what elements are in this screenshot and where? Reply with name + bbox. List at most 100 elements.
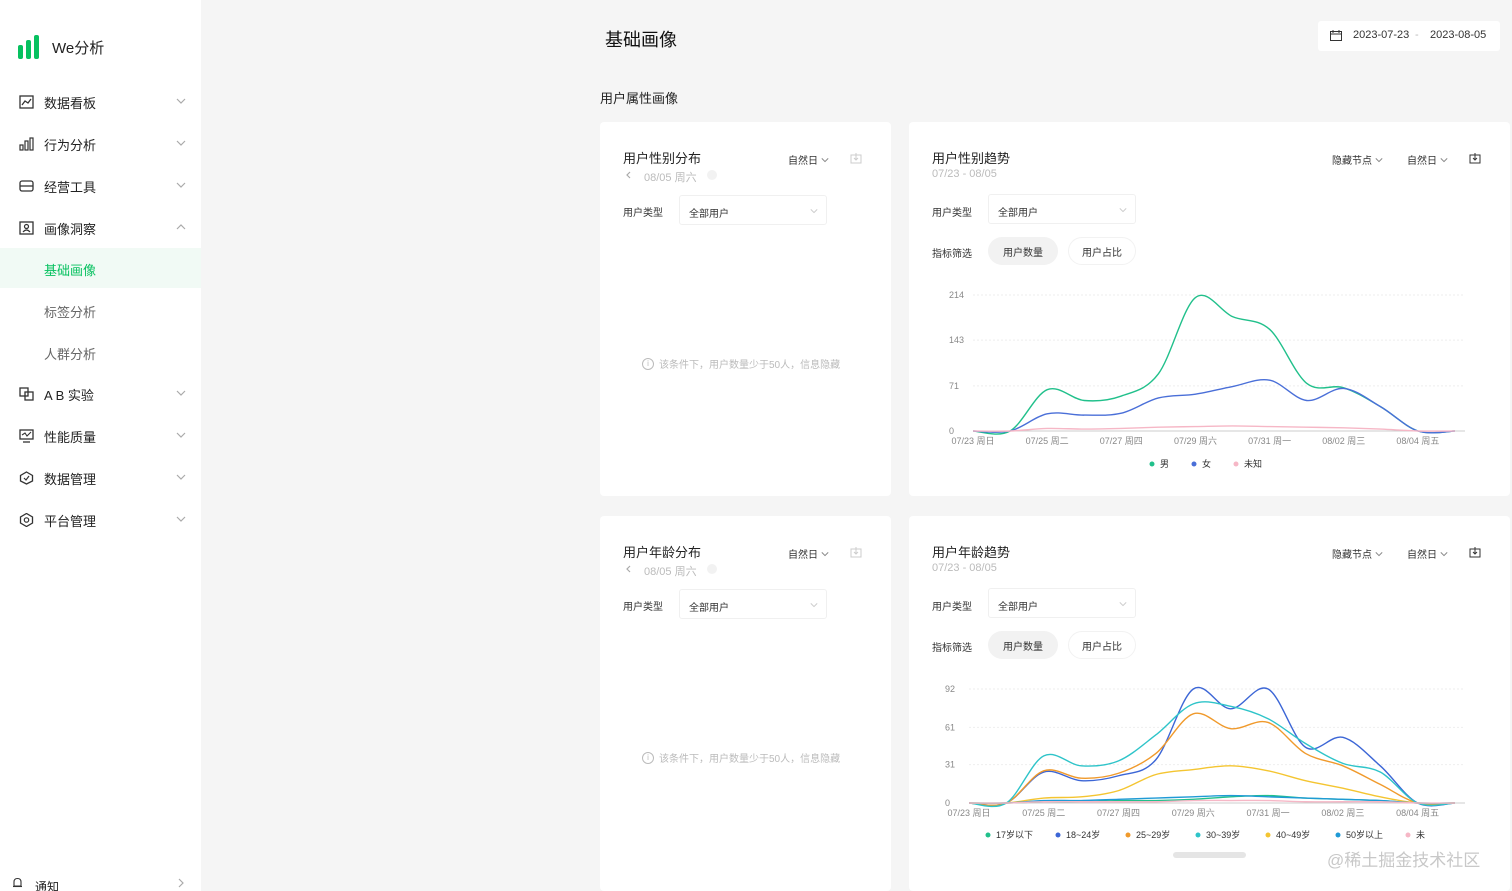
chevron-down-icon <box>176 474 186 480</box>
chevron-up-icon <box>176 224 186 230</box>
chevron-down-icon <box>821 158 829 163</box>
info-icon: i <box>642 357 654 370</box>
download-icon[interactable] <box>850 152 862 164</box>
chevron-down-icon <box>821 552 829 557</box>
card-title: 用户性别分布 <box>623 151 702 166</box>
metric-label: 指标筛选 <box>932 643 972 654</box>
series-line <box>972 425 1456 432</box>
sidebar-item-notice[interactable]: 通知 <box>0 866 201 891</box>
x-tick-label: 07/23 周日 <box>947 808 990 818</box>
age-trend-chart: 0 31 61 92 07/23 周日 07/25 周二 07/27 周四 07/29 周六 0… <box>945 684 1465 840</box>
sidebar-subitem-label: 基础画像 <box>44 263 97 278</box>
sidebar-item-label: 数据看板 <box>44 95 97 111</box>
empty-note: i 该条件下，用户数量少于50人，信息隐藏 <box>642 356 840 371</box>
metric-count-pill[interactable]: 用户数量 <box>988 631 1058 659</box>
sidebar-subitem-crowd-analysis[interactable]: 人群分析 <box>0 332 201 372</box>
legend-dot <box>985 832 991 838</box>
card-date: 08/05 周六 <box>644 566 697 578</box>
user-type-label: 用户类型 <box>932 602 972 613</box>
legend-dot <box>1195 832 1201 838</box>
sidebar-item-behavior[interactable]: 行为分析 <box>0 124 201 164</box>
legend-dot <box>1233 461 1239 467</box>
period-dropdown[interactable]: 自然日 <box>788 546 829 561</box>
sidebar-item-business[interactable]: 经营工具 <box>0 166 201 206</box>
legend-label: 未知 <box>1244 458 1262 469</box>
hide-nodes-dropdown[interactable]: 隐藏节点 <box>1332 152 1383 167</box>
sidebar-subitem-tag-analysis[interactable]: 标签分析 <box>0 290 201 330</box>
sidebar-item-label: 经营工具 <box>44 179 97 195</box>
user-type-select[interactable]: 全部用户 <box>988 588 1136 618</box>
chevron-right-icon[interactable] <box>707 170 717 180</box>
sidebar-item-data-manage[interactable]: 数据管理 <box>0 458 201 498</box>
gender-distribution-card: 用户性别分布 自然日 08/05 周六 用户类型 全部用户 i 该条件下，用户数… <box>600 122 891 496</box>
x-tick-label: 08/02 周三 <box>1322 436 1365 446</box>
sidebar-item-label: A B 实验 <box>44 387 94 403</box>
period-dropdown[interactable]: 自然日 <box>788 152 829 167</box>
legend-label: 未 <box>1416 829 1425 840</box>
user-type-value: 全部用户 <box>998 208 1038 219</box>
bar-chart-icon <box>19 137 34 151</box>
date-separator: - <box>1415 29 1419 41</box>
portrait-icon <box>19 221 34 235</box>
y-tick-label: 31 <box>945 760 955 770</box>
sidebar: We分析 数据看板 行为分析 经营工具 画像洞察 基础画像 标签分析 人群分析 … <box>0 0 201 891</box>
sidebar-item-dashboard[interactable]: 数据看板 <box>0 82 201 122</box>
sidebar-item-platform[interactable]: 平台管理 <box>0 500 201 540</box>
metric-label: 指标筛选 <box>932 249 972 260</box>
bell-icon <box>13 877 22 888</box>
legend-dot <box>1265 832 1271 838</box>
user-type-value: 全部用户 <box>998 602 1038 613</box>
sidebar-item-label: 平台管理 <box>44 513 97 529</box>
period-dropdown-label: 自然日 <box>1407 156 1437 167</box>
sidebar-subitem-basic-portrait[interactable]: 基础画像 <box>0 248 201 288</box>
download-icon[interactable] <box>1469 546 1481 558</box>
metric-ratio-pill[interactable]: 用户占比 <box>1068 237 1136 265</box>
download-icon[interactable] <box>850 546 862 558</box>
chevron-down-icon <box>1440 158 1448 163</box>
metric-count-pill[interactable]: 用户数量 <box>988 237 1058 265</box>
user-type-label: 用户类型 <box>623 208 663 219</box>
x-tick-label: 07/23 周日 <box>951 436 994 446</box>
period-dropdown[interactable]: 自然日 <box>1407 152 1448 167</box>
empty-note-text: 该条件下，用户数量少于50人，信息隐藏 <box>659 754 841 765</box>
x-tick-label: 07/31 周一 <box>1248 436 1291 446</box>
date-range-picker[interactable]: 2023-07-23 - 2023-08-05 <box>1318 21 1500 51</box>
user-type-select[interactable]: 全部用户 <box>988 194 1136 224</box>
chevron-down-icon <box>176 516 186 522</box>
legend-label: 30~39岁 <box>1206 829 1240 840</box>
chevron-down-icon <box>176 98 186 104</box>
legend-label: 40~49岁 <box>1276 829 1310 840</box>
app-name: We分析 <box>52 39 105 57</box>
chevron-down-icon <box>1440 552 1448 557</box>
user-type-select[interactable]: 全部用户 <box>679 195 827 225</box>
metric-ratio-pill[interactable]: 用户占比 <box>1068 631 1136 659</box>
chevron-left-icon[interactable] <box>624 170 634 180</box>
date-end: 2023-08-05 <box>1430 29 1487 41</box>
ab-test-icon <box>19 387 34 401</box>
legend-scrollbar[interactable] <box>1173 852 1246 858</box>
y-tick-label: 143 <box>949 335 964 345</box>
download-icon[interactable] <box>1469 152 1481 164</box>
logo: We分析 <box>18 34 104 60</box>
hide-nodes-dropdown[interactable]: 隐藏节点 <box>1332 546 1383 561</box>
user-type-select[interactable]: 全部用户 <box>679 589 827 619</box>
chevron-down-icon <box>176 182 186 188</box>
y-tick-label: 61 <box>945 722 955 732</box>
legend-dot <box>1191 461 1197 467</box>
period-dropdown[interactable]: 自然日 <box>1407 546 1448 561</box>
sidebar-item-portrait[interactable]: 画像洞察 <box>0 208 201 248</box>
legend-label: 男 <box>1160 459 1169 469</box>
user-type-value: 全部用户 <box>689 209 729 220</box>
chevron-right-icon[interactable] <box>707 564 717 574</box>
store-icon <box>19 180 34 192</box>
sidebar-item-performance[interactable]: 性能质量 <box>0 416 201 456</box>
sidebar-item-label: 行为分析 <box>44 137 97 153</box>
logo-icon <box>18 35 40 59</box>
sidebar-item-label: 性能质量 <box>44 429 97 445</box>
chevron-left-icon[interactable] <box>624 564 634 574</box>
x-tick-label: 07/29 周六 <box>1172 807 1215 818</box>
sidebar-item-ab-test[interactable]: A B 实验 <box>0 374 201 414</box>
chevron-down-icon <box>810 209 818 214</box>
chevron-down-icon <box>176 432 186 438</box>
x-tick-label: 07/31 周一 <box>1247 808 1290 818</box>
